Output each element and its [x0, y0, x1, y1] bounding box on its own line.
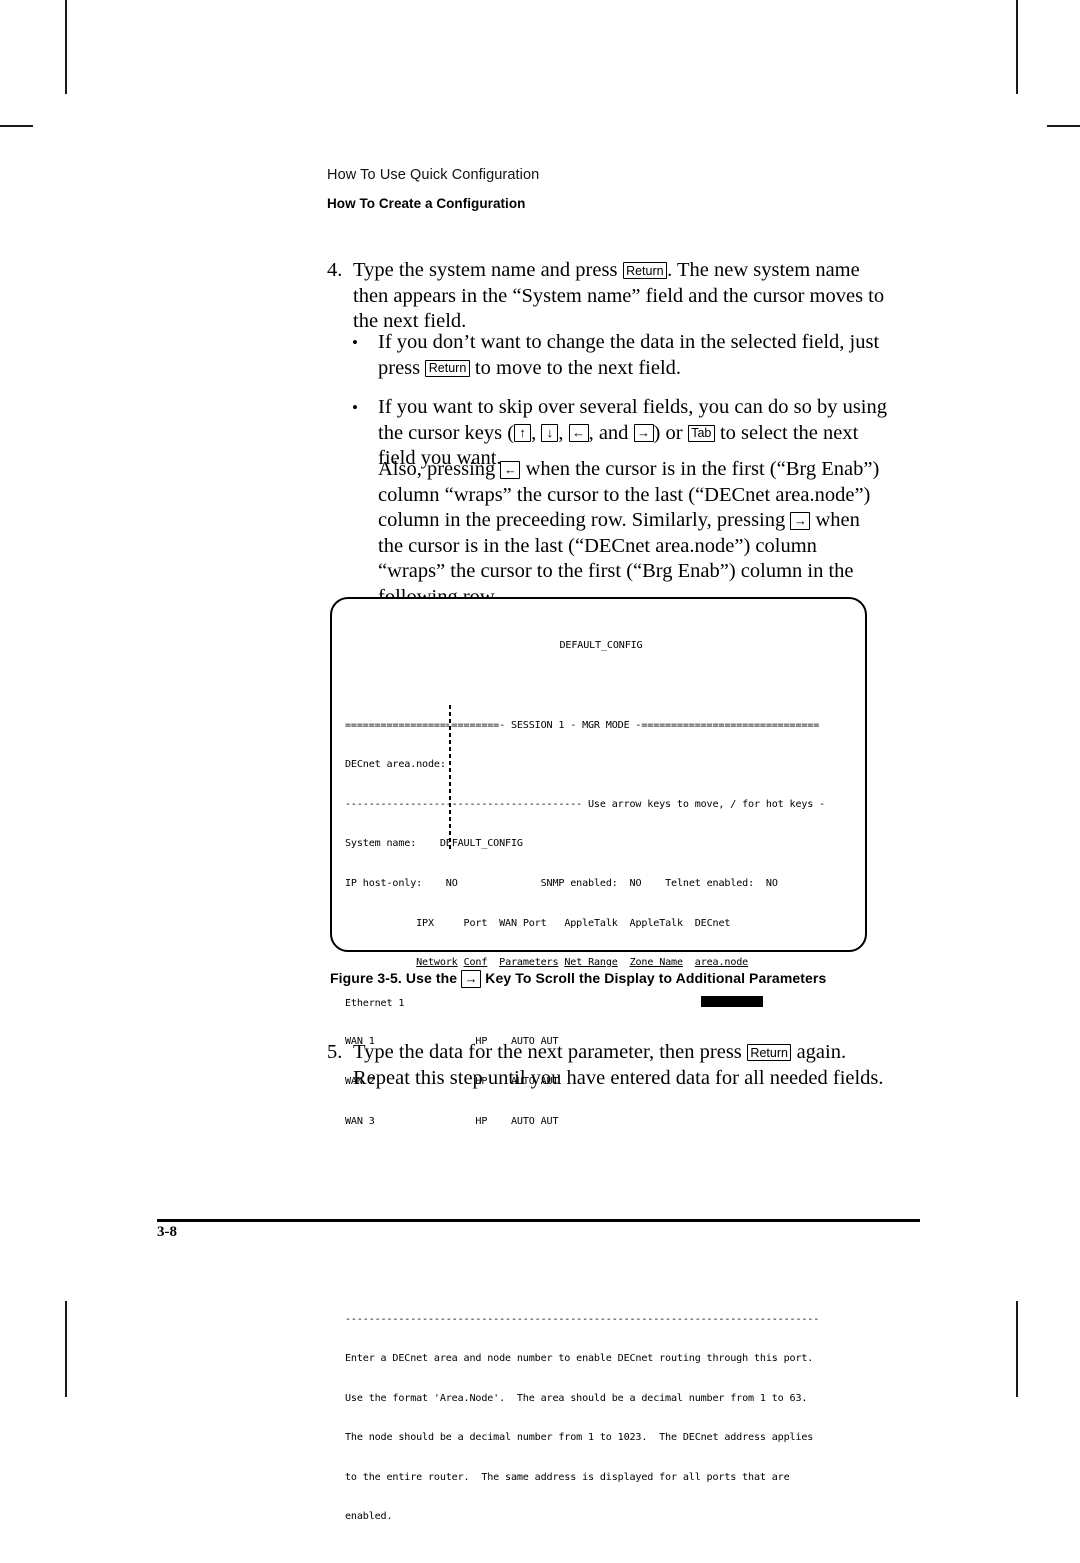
terminal-system-name-line: System name: DEFAULT_CONFIG — [345, 837, 857, 850]
col-header-appletalk-1: AppleTalk — [564, 917, 618, 929]
wrap-behavior-paragraph: Also, pressing ← when the cursor is in t… — [378, 457, 883, 610]
arrow-left-key-cap: ← — [500, 460, 521, 479]
row-port-conf-wan-3: HP — [475, 1115, 488, 1127]
running-subhead: How To Create a Configuration — [327, 196, 526, 211]
arrow-left-key-cap: ← — [568, 424, 589, 442]
table-row: Ethernet 1 — [345, 995, 857, 1009]
col-header-appletalk-2: AppleTalk — [629, 917, 683, 929]
terminal-column-header-row-1: IPX Port WAN Port AppleTalk AppleTalk DE… — [345, 917, 857, 930]
terminal-help-line: Use the format 'Area.Node'. The area sho… — [345, 1392, 808, 1404]
bullet-2-sep2: , — [558, 421, 569, 444]
terminal-session-bar: ==========================- SESSION 1 - … — [345, 719, 820, 731]
figure-caption: Figure 3-5. Use the → Key To Scroll the … — [330, 970, 890, 988]
footer-rule — [157, 1219, 920, 1222]
arrow-down-key-cap: ↓ — [541, 424, 559, 442]
telnet-enabled-label: Telnet enabled: — [665, 877, 755, 889]
terminal-help-divider: ----------------------------------------… — [345, 1313, 820, 1325]
terminal-column-header-row-2: Network Conf Parameters Net Range Zone N… — [345, 956, 857, 969]
para-also-text-a: Also, pressing — [378, 458, 501, 480]
col-header-conf: Conf — [463, 957, 488, 969]
telnet-enabled-value: NO — [765, 877, 778, 889]
step-5-text-a: Type the data for the next parameter, th… — [353, 1041, 747, 1063]
snmp-enabled-label: SNMP enabled: — [540, 877, 618, 889]
return-key-cap: Return — [746, 1044, 792, 1061]
step-5-text: Type the data for the next parameter, th… — [353, 1040, 887, 1091]
running-head: How To Use Quick Configuration — [327, 167, 540, 183]
col-header-port: Port — [463, 917, 488, 929]
col-header-area-node: area.node — [694, 957, 749, 969]
table-row: WAN 3 HP AUTO AUT — [345, 1115, 857, 1128]
crop-mark-top-right-vertical — [1016, 0, 1018, 94]
col-header-ipx: IPX — [416, 917, 434, 929]
system-name-label: System name: — [345, 838, 417, 850]
col-header-network: Network — [416, 957, 458, 969]
step-4-text-a: Type the system name and press — [353, 259, 623, 281]
tab-key-cap: Tab — [687, 424, 715, 442]
bullet-2-sep3: , and — [588, 421, 634, 444]
col-header-parameters: Parameters — [499, 957, 559, 969]
page-number: 3-8 — [157, 1224, 177, 1240]
arrow-right-key-cap: → — [790, 511, 811, 530]
col-header-decnet: DECnet — [694, 917, 731, 929]
terminal-help-line: Enter a DECnet area and node number to e… — [345, 1353, 814, 1365]
step-4: 4. Type the system name and press Return… — [327, 258, 887, 335]
row-wan-params-wan-3: AUTO AUT — [510, 1115, 559, 1127]
step-5-number: 5. — [327, 1041, 343, 1063]
step-4-text: Type the system name and press Return. T… — [353, 258, 887, 335]
figure-caption-text-b: Key To Scroll the Display to Additional … — [481, 970, 827, 986]
step-5: 5. Type the data for the next parameter,… — [327, 1040, 887, 1091]
bullet-1-text-b: to move to the next field. — [469, 356, 682, 379]
bullet-2-sep4: ) or — [653, 421, 688, 444]
crop-mark-top-left-vertical — [65, 0, 67, 94]
ip-host-only-value: NO — [445, 877, 458, 889]
list-item: • If you don’t want to change the data i… — [352, 330, 887, 381]
arrow-right-key-cap: → — [633, 424, 654, 442]
row-port-ethernet-1: Ethernet 1 — [345, 997, 405, 1009]
col-header-wan-port: WAN Port — [499, 917, 547, 929]
crop-mark-bottom-left-vertical — [65, 1301, 67, 1397]
terminal-help-line: enabled. — [345, 1511, 393, 1523]
terminal-help-line: The node should be a decimal number from… — [345, 1432, 814, 1444]
col-header-zone-name: Zone Name — [629, 957, 683, 969]
figure-caption-text-a: Figure 3-5. Use the — [330, 970, 462, 986]
terminal-title: DEFAULT_CONFIG — [559, 640, 643, 652]
terminal-help-line: to the entire router. The same address i… — [345, 1471, 790, 1483]
arrow-up-key-cap: ↑ — [514, 424, 532, 442]
return-key-cap: Return — [425, 359, 470, 377]
terminal-prompt-field: DECnet area.node: — [345, 759, 446, 771]
arrow-right-key-cap: → — [461, 970, 482, 988]
terminal-flags-line: IP host-only: NO SNMP enabled: NO Telnet… — [345, 877, 857, 890]
return-key-cap: Return — [622, 262, 668, 279]
row-port-wan-3: WAN 3 — [345, 1115, 375, 1127]
bullet-marker: • — [352, 398, 358, 417]
col-header-net-range: Net Range — [564, 957, 618, 969]
crop-mark-bottom-right-vertical — [1016, 1301, 1018, 1397]
cursor-block[interactable] — [700, 995, 763, 1007]
snmp-enabled-value: NO — [629, 877, 642, 889]
ip-host-only-label: IP host-only: — [345, 877, 423, 889]
terminal-hint-bar: ----------------------------------------… — [345, 798, 826, 810]
crop-mark-right-horizontal — [1047, 125, 1080, 127]
bullet-2-sep1: , — [531, 421, 542, 444]
table-column-divider — [449, 705, 451, 850]
step-4-number: 4. — [327, 259, 343, 281]
bullet-1-text: If you don’t want to change the data in … — [378, 330, 887, 381]
system-name-value: DEFAULT_CONFIG — [439, 838, 523, 850]
terminal-screen-figure: DEFAULT_CONFIG =========================… — [330, 597, 867, 1522]
bullet-marker: • — [352, 333, 358, 352]
crop-mark-left-horizontal — [0, 125, 33, 127]
